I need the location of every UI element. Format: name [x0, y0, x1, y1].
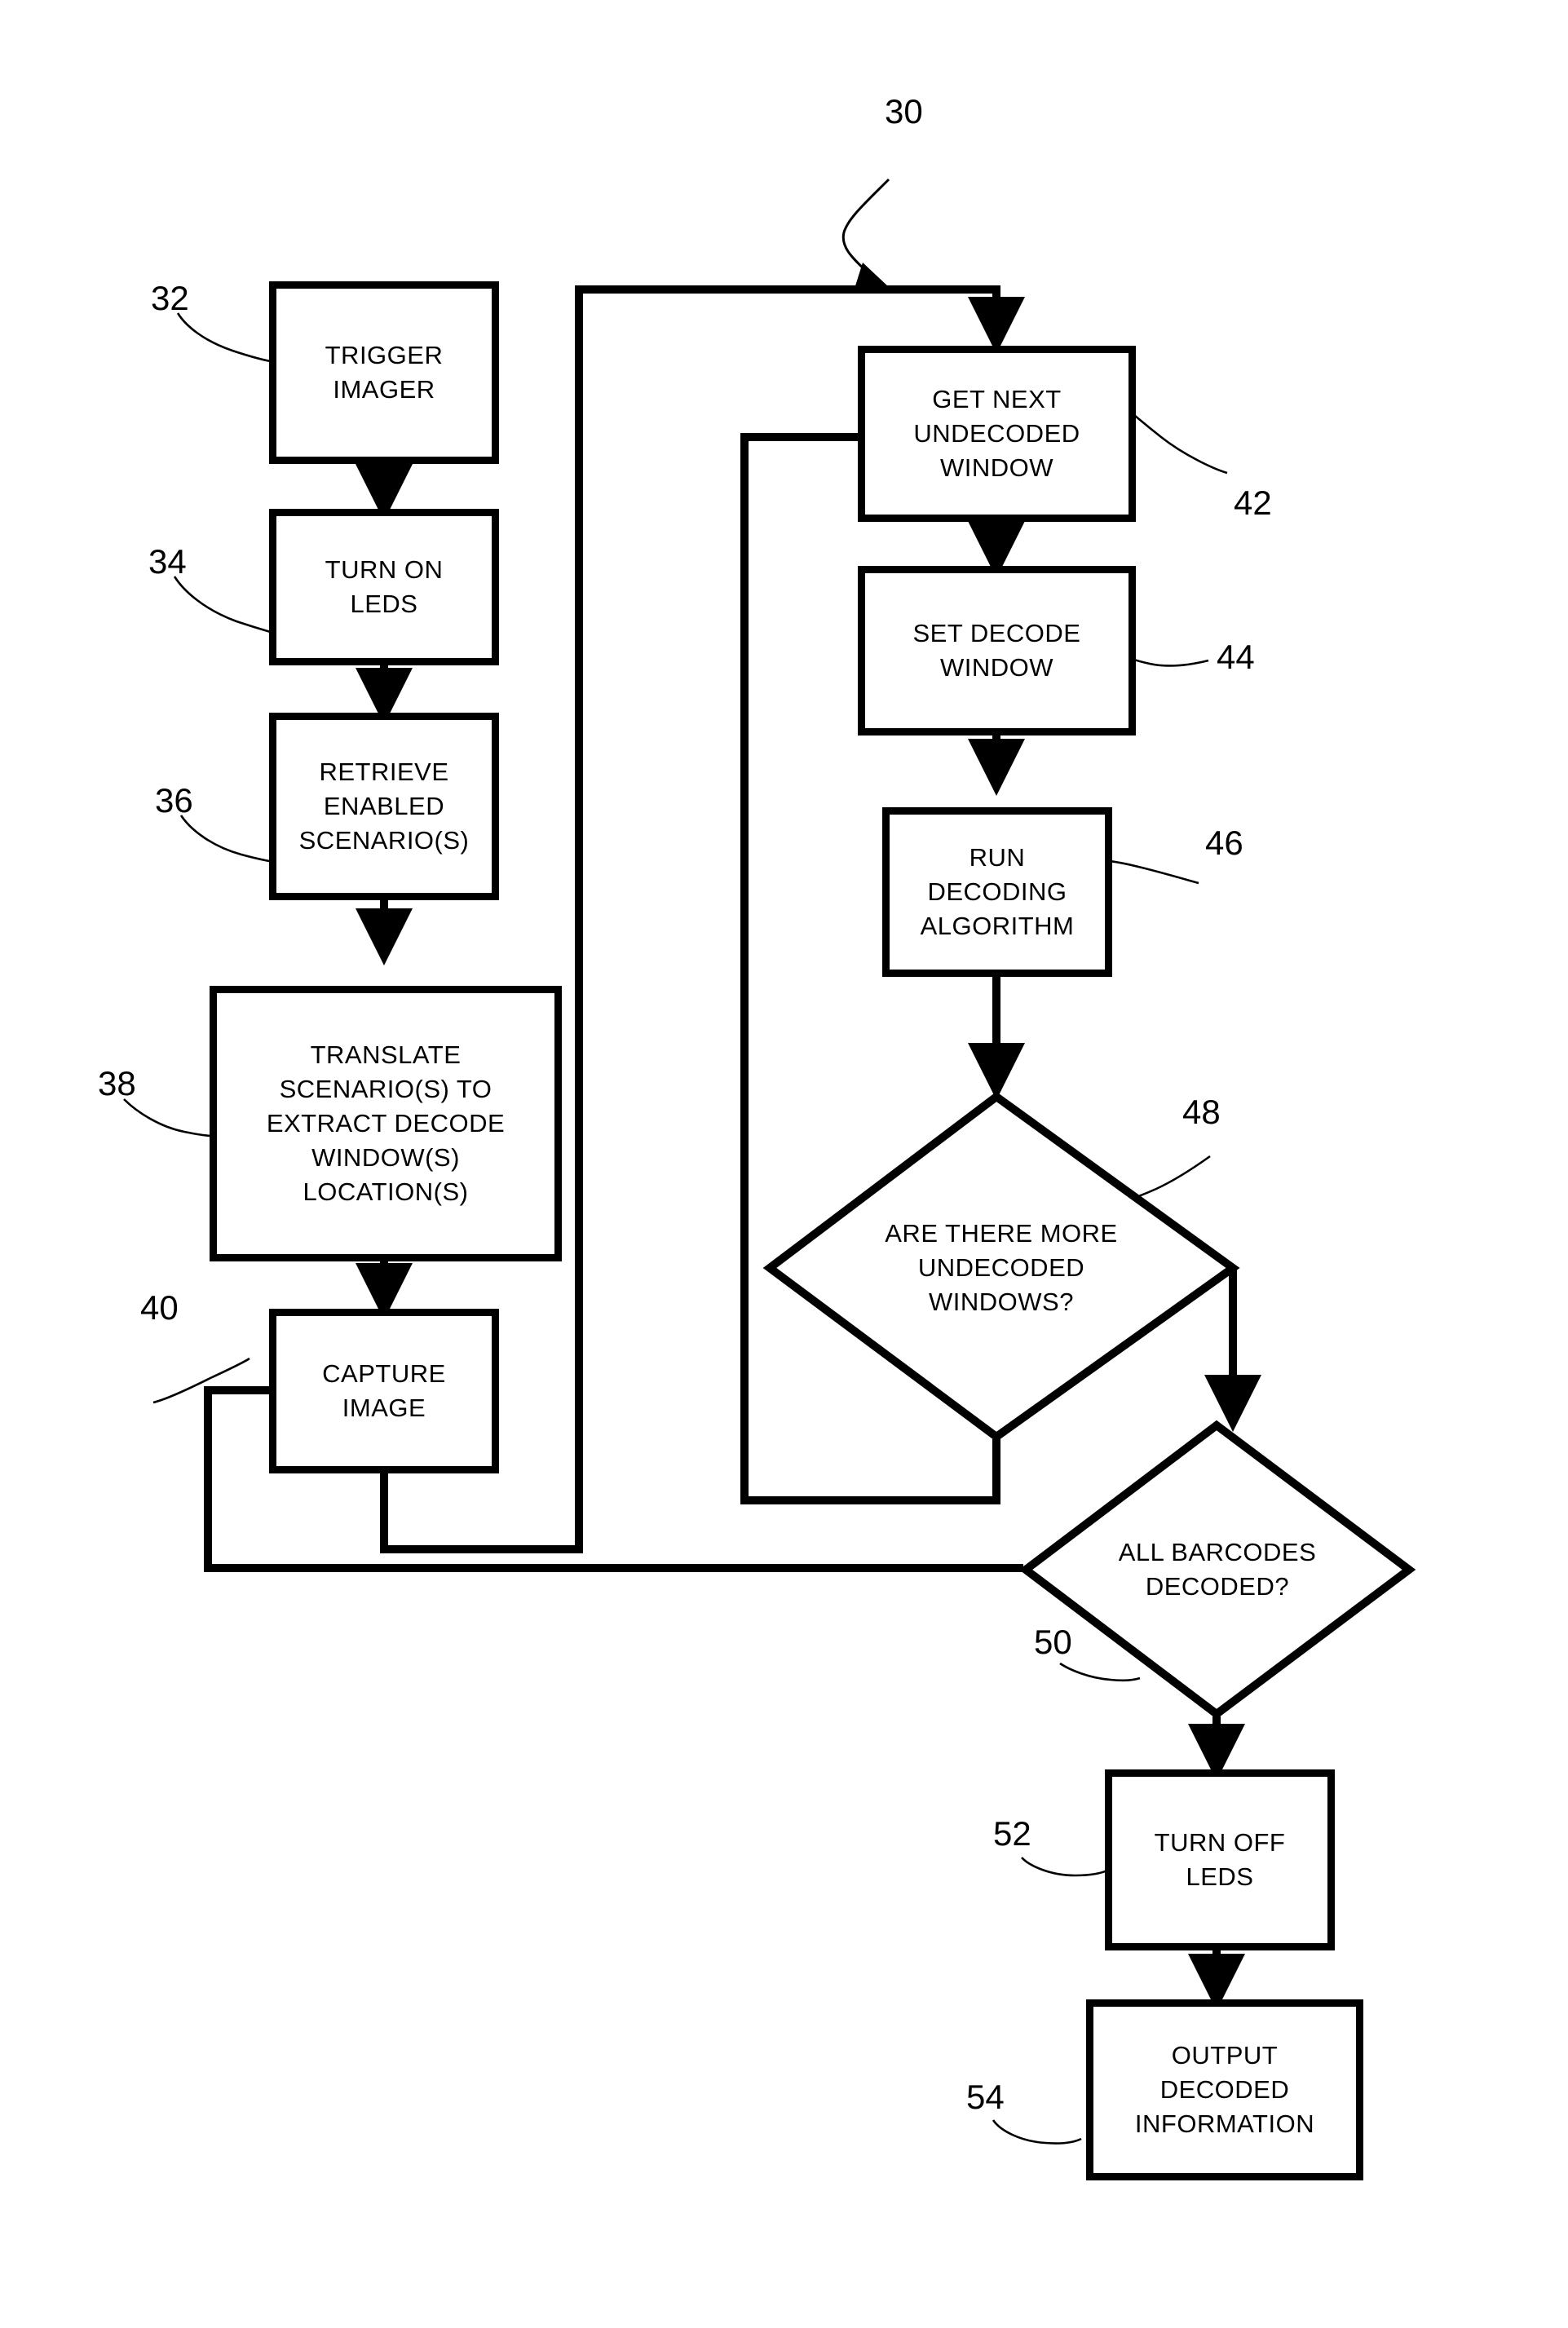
leader-line-34 — [173, 576, 276, 635]
node-get-next-undecoded-window[interactable]: GET NEXT UNDECODED WINDOW — [858, 346, 1136, 522]
node-trigger-imager[interactable]: TRIGGER IMAGER — [269, 281, 499, 464]
node-label: RUN DECODING ALGORITHM — [920, 843, 1075, 940]
ref-numeral-44: 44 — [1217, 638, 1255, 676]
patent-flowchart-figure: TRIGGER IMAGER TURN ON LEDS RETRIEVE ENA… — [0, 0, 1568, 2328]
leader-line-38 — [123, 1098, 213, 1137]
ref-numeral-34: 34 — [148, 542, 187, 581]
ref-numeral-46: 46 — [1205, 824, 1243, 862]
ref-numeral-52: 52 — [993, 1814, 1031, 1853]
leader-line-32 — [176, 312, 276, 364]
leader-line-46 — [1103, 859, 1199, 885]
node-are-there-more-undecoded-windows[interactable] — [770, 1097, 1233, 1438]
ref-numeral-42: 42 — [1234, 484, 1272, 522]
node-label: TURN ON LEDS — [325, 555, 444, 618]
leader-line-36 — [179, 815, 280, 864]
node-label: TURN OFF LEDS — [1154, 1828, 1286, 1891]
node-capture-image[interactable]: CAPTURE IMAGE — [269, 1309, 499, 1473]
leader-line-42 — [1129, 409, 1228, 475]
leader-line-54 — [992, 2119, 1082, 2145]
node-set-decode-window[interactable]: SET DECODE WINDOW — [858, 566, 1136, 736]
node-label: RETRIEVE ENABLED SCENARIO(S) — [298, 758, 470, 855]
leader-line-30 — [841, 178, 890, 277]
ref-numeral-30: 30 — [885, 92, 923, 130]
ref-numeral-38: 38 — [98, 1064, 136, 1102]
node-output-decoded-information[interactable]: OUTPUT DECODED INFORMATION — [1086, 1999, 1363, 2180]
node-label: TRIGGER IMAGER — [325, 341, 444, 404]
node-retrieve-enabled-scenarios[interactable]: RETRIEVE ENABLED SCENARIO(S) — [269, 713, 499, 900]
ref-numeral-54: 54 — [966, 2078, 1005, 2116]
node-label: OUTPUT DECODED INFORMATION — [1134, 2041, 1315, 2138]
leader-line-40 — [152, 1357, 250, 1404]
leader-line-52 — [1021, 1857, 1110, 1877]
ref-numeral-50: 50 — [1034, 1623, 1072, 1661]
node-label: TRANSLATE SCENARIO(S) TO EXTRACT DECODE … — [266, 1040, 506, 1206]
ref-numeral-36: 36 — [155, 781, 193, 819]
ref-numeral-48: 48 — [1182, 1093, 1221, 1131]
node-label: SET DECODE WINDOW — [912, 619, 1081, 682]
node-run-decoding-algorithm[interactable]: RUN DECODING ALGORITHM — [882, 807, 1112, 977]
ref-numeral-40: 40 — [140, 1288, 179, 1327]
node-translate-scenarios[interactable]: TRANSLATE SCENARIO(S) TO EXTRACT DECODE … — [210, 986, 562, 1261]
node-label: CAPTURE IMAGE — [322, 1359, 446, 1422]
node-turn-on-leds[interactable]: TURN ON LEDS — [269, 509, 499, 665]
node-all-barcodes-decoded[interactable] — [1026, 1425, 1409, 1714]
node-label: GET NEXT UNDECODED WINDOW — [913, 385, 1080, 482]
node-turn-off-leds[interactable]: TURN OFF LEDS — [1105, 1769, 1335, 1950]
ref-numeral-32: 32 — [151, 279, 189, 317]
